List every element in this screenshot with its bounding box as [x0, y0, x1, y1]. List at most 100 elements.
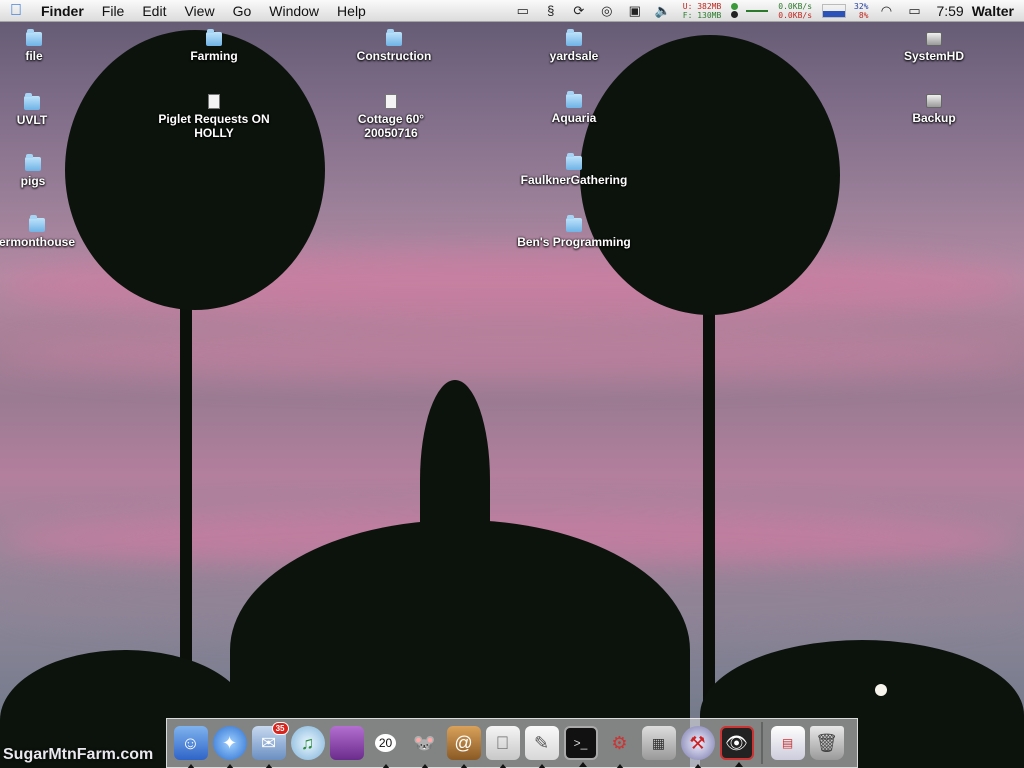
menu-go[interactable]: Go	[224, 0, 261, 22]
document-icon	[385, 94, 397, 109]
menu-file[interactable]: File	[93, 0, 134, 22]
folder-icon	[386, 29, 402, 46]
apple-logo-icon: 	[496, 733, 510, 754]
folder-icon	[24, 93, 40, 110]
desktop-folder-yardsale[interactable]: yardsale	[499, 29, 649, 63]
apple-menu-icon[interactable]: 	[0, 2, 32, 20]
desktop-folder-aquaria[interactable]: Aquaria	[499, 91, 649, 125]
dock-xcode[interactable]: ⚒	[680, 726, 715, 768]
cpu-graph	[822, 3, 847, 18]
network-up: 0.0KB/s	[778, 1, 813, 11]
dock-separator	[761, 722, 763, 764]
battery-icon[interactable]: ▭	[905, 3, 923, 19]
desktop-icon-label: Backup	[912, 111, 956, 125]
folder-icon	[29, 215, 45, 232]
desktop-icon-label: Construction	[356, 49, 432, 63]
dock-preview-eye[interactable]: 👁	[719, 726, 754, 767]
volume-icon[interactable]: 🔈	[654, 3, 672, 19]
cpu-meter[interactable]: 32% 8%	[854, 2, 868, 20]
folder-icon	[566, 91, 582, 108]
compass-icon: ✦	[221, 732, 238, 753]
folder-icon	[566, 29, 582, 46]
dock-app-redgear[interactable]: ⚙	[603, 726, 637, 768]
sky-cloud-band	[0, 330, 1024, 380]
gear-icon: ⚙	[611, 732, 628, 753]
menu-clock[interactable]: 7:59	[936, 3, 963, 19]
desktop-folder-bens-programming[interactable]: Ben's Programming	[499, 215, 649, 249]
window-thumbnail-icon: ▤	[781, 736, 794, 750]
desktop-folder-file[interactable]: file	[0, 29, 109, 63]
wifi-icon[interactable]: ◠	[877, 3, 895, 19]
desktop-icon-label: Cottage 60° 20050716	[357, 112, 425, 140]
menu-help[interactable]: Help	[328, 0, 375, 22]
moon	[875, 684, 887, 696]
desktop-folder-construction[interactable]: Construction	[319, 29, 469, 63]
desktop-icon-label: file	[25, 49, 43, 63]
display-icon[interactable]: ▭	[514, 3, 532, 19]
mail-stamp-icon: ✉	[260, 732, 277, 753]
cpu-system: 8%	[858, 10, 869, 20]
desktop-icon-label: ermonthouse	[0, 235, 75, 249]
mail-unread-badge: 35	[271, 722, 289, 735]
menu-window[interactable]: Window	[260, 0, 328, 22]
dock-itunes[interactable]: ♫	[290, 726, 325, 760]
music-note-icon: ♫	[300, 732, 315, 753]
menu-edit[interactable]: Edit	[133, 0, 175, 22]
hard-disk-icon	[926, 32, 942, 46]
desktop-folder-vermonthouse[interactable]: ermonthouse	[0, 215, 112, 249]
folder-icon	[206, 29, 222, 46]
menu-finder[interactable]: Finder	[32, 0, 93, 22]
folder-icon	[25, 154, 41, 171]
desktop-folder-pigs[interactable]: pigs	[0, 154, 108, 188]
hammer-icon: ⚒	[689, 732, 706, 753]
desktop-file-cottage[interactable]: Cottage 60° 20050716	[331, 94, 451, 140]
dock-finder[interactable]: ☺	[173, 726, 208, 768]
dock-calculator[interactable]: ▦	[641, 726, 676, 760]
dock-system-profiler[interactable]: 	[485, 726, 520, 768]
memory-meter[interactable]: U: 382MB F: 130MB	[683, 2, 722, 20]
desktop-icon-label: Piglet Requests ON HOLLY	[158, 112, 270, 140]
dock-terminal[interactable]: >_	[563, 726, 598, 767]
dock-address-book[interactable]: @	[446, 726, 481, 768]
folder-icon	[26, 29, 42, 46]
pen-paper-icon: ✎	[533, 732, 550, 753]
dock-minimized-window[interactable]: ▤	[770, 726, 805, 760]
desktop-icon-label: SystemHD	[903, 49, 965, 63]
desktop-disk-systemhd[interactable]: SystemHD	[859, 32, 1009, 63]
monitor-icon[interactable]: ▣	[626, 3, 644, 19]
menu-bar:  Finder File Edit View Go Window Help ▭…	[0, 0, 1024, 22]
desktop-icon-label: yardsale	[549, 49, 599, 63]
desktop-disk-backup[interactable]: Backup	[859, 94, 1009, 125]
finder-face-icon: ☺	[181, 732, 200, 753]
dock-app-purple[interactable]	[329, 726, 364, 760]
disk-icon[interactable]: ◎	[598, 3, 616, 19]
dock-safari[interactable]: ✦	[212, 726, 247, 768]
network-meter[interactable]: 0.0KB/s 0.0KB/s	[778, 2, 812, 20]
memory-used: U: 382MB	[682, 1, 722, 11]
dock-mouse-app[interactable]: 🐭	[408, 726, 442, 768]
desktop-folder-faulknergathering[interactable]: FaulknerGathering	[499, 153, 649, 187]
network-graph	[746, 9, 769, 12]
sync-icon[interactable]: ⟳	[570, 3, 588, 19]
folder-icon	[566, 215, 582, 232]
dock: ☺ ✦ ✉ 35 ♫ 20 🐭 @  ✎ >_ ⚙ ▦ ⚒ 👁	[166, 718, 858, 768]
desktop-icon-label: Farming	[190, 49, 238, 63]
menu-view[interactable]: View	[175, 0, 223, 22]
script-icon[interactable]: §	[542, 3, 560, 19]
hard-disk-icon	[926, 94, 942, 108]
dock-textedit[interactable]: ✎	[524, 726, 559, 768]
desktop-folder-uvlt[interactable]: UVLT	[0, 93, 107, 127]
fast-user-switch[interactable]: Walter	[972, 3, 1014, 19]
dock-trash[interactable]: 🗑	[809, 726, 844, 760]
desktop-icon-label: UVLT	[16, 113, 48, 127]
eye-icon: 👁	[725, 732, 748, 753]
calculator-icon: ▦	[651, 734, 666, 751]
desktop-icon-label: Aquaria	[551, 111, 597, 125]
trash-icon: 🗑	[815, 732, 838, 753]
desktop-file-piglet-requests[interactable]: Piglet Requests ON HOLLY	[137, 94, 291, 140]
dock-mail[interactable]: ✉ 35	[251, 722, 289, 768]
dock-ical-panda[interactable]: 20	[369, 726, 403, 768]
network-down: 0.0KB/s	[778, 10, 813, 20]
folder-icon	[566, 153, 582, 170]
desktop-folder-farming[interactable]: Farming	[139, 29, 289, 63]
